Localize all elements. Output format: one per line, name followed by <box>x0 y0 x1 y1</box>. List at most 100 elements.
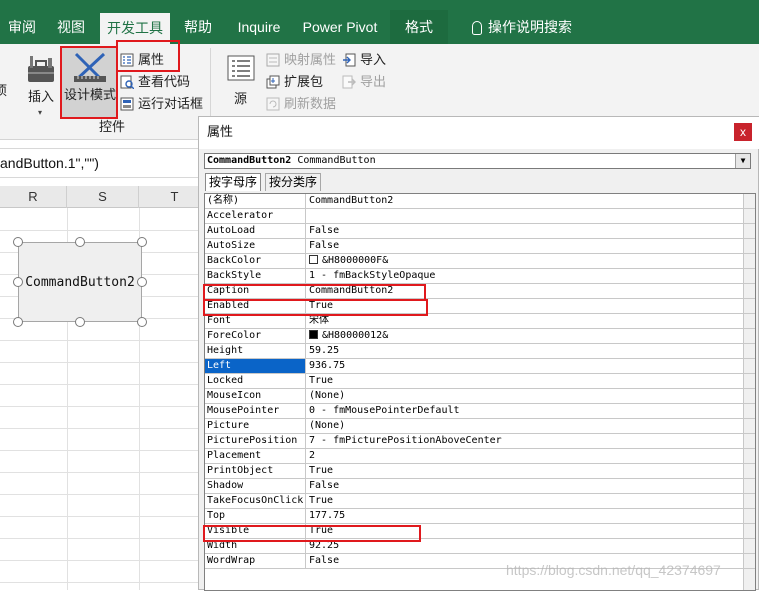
property-row[interactable]: BackStyle 1 - fmBackStyleOpaque <box>205 269 755 284</box>
close-icon[interactable]: x <box>734 123 752 141</box>
tab-help[interactable]: 帮助 <box>176 10 220 44</box>
import-icon <box>343 53 356 67</box>
property-row[interactable]: TakeFocusOnClick True <box>205 494 755 509</box>
property-name: Placement <box>205 449 306 463</box>
property-value[interactable]: False <box>307 239 742 253</box>
column-header-s[interactable]: S <box>67 186 139 208</box>
property-row[interactable]: AutoLoad False <box>205 224 755 239</box>
properties-title-text: 属性 <box>207 124 234 139</box>
property-row[interactable]: Shadow False <box>205 479 755 494</box>
property-value[interactable]: &H80000012& <box>307 329 742 343</box>
map-properties-label: 映射属性 <box>284 52 337 67</box>
expansion-packs-icon <box>266 75 280 89</box>
property-row[interactable]: AutoSize False <box>205 239 755 254</box>
resize-handle[interactable] <box>75 317 85 327</box>
tab-alphabetic[interactable]: 按字母序 <box>205 173 262 191</box>
property-value[interactable]: &H8000000F& <box>307 254 742 268</box>
chevron-down-icon[interactable]: ▼ <box>735 154 750 168</box>
property-row[interactable]: Accelerator <box>205 209 755 224</box>
property-row[interactable]: Placement 2 <box>205 449 755 464</box>
property-value[interactable]: False <box>307 224 742 238</box>
property-row[interactable]: Font 宋体 <box>205 314 755 329</box>
property-value[interactable]: False <box>307 479 742 493</box>
property-row[interactable]: Height 59.25 <box>205 344 755 359</box>
property-value[interactable]: 59.25 <box>307 344 742 358</box>
sheet-command-button[interactable]: CommandButton2 <box>18 242 142 322</box>
property-name: AutoSize <box>205 239 306 253</box>
properties-window-title[interactable]: 属性 <box>199 117 759 149</box>
resize-handle[interactable] <box>13 237 23 247</box>
view-code-label: 查看代码 <box>138 74 191 89</box>
property-name: Shadow <box>205 479 306 493</box>
column-header-r[interactable]: R <box>0 186 67 208</box>
resize-handle[interactable] <box>137 237 147 247</box>
property-value[interactable]: 0 - fmMousePointerDefault <box>307 404 742 418</box>
tab-power-pivot[interactable]: Power Pivot <box>298 10 382 44</box>
property-row[interactable]: PrintObject True <box>205 464 755 479</box>
property-value[interactable]: 2 <box>307 449 742 463</box>
property-row[interactable]: MouseIcon (None) <box>205 389 755 404</box>
property-value-text: &H8000000F& <box>322 255 389 266</box>
property-value[interactable]: True <box>307 494 742 508</box>
property-value[interactable]: True <box>307 464 742 478</box>
color-swatch-icon <box>309 255 318 264</box>
insert-label: 插入 <box>28 89 55 104</box>
resize-handle[interactable] <box>13 317 23 327</box>
property-row[interactable]: PicturePosition 7 - fmPicturePositionAbov… <box>205 434 755 449</box>
tell-me-label: 操作说明搜索 <box>488 19 572 35</box>
run-dialog-button[interactable]: 运行对话框 <box>120 94 204 114</box>
property-row[interactable]: Top 177.75 <box>205 509 755 524</box>
property-value[interactable]: 宋体 <box>307 314 742 328</box>
export-button[interactable]: 导出 <box>342 72 392 92</box>
object-name: CommandButton2 <box>207 155 292 166</box>
source-button[interactable]: 源 <box>224 52 260 112</box>
view-code-button[interactable]: 查看代码 <box>120 72 192 92</box>
property-name: TakeFocusOnClick <box>205 494 306 508</box>
run-dialog-icon <box>120 97 134 111</box>
map-properties-button[interactable]: 映射属性 <box>266 50 336 70</box>
resize-handle[interactable] <box>13 277 23 287</box>
property-value[interactable]: 1 - fmBackStyleOpaque <box>307 269 742 283</box>
property-value[interactable]: 936.75 <box>307 359 742 373</box>
object-type: CommandButton <box>297 155 376 166</box>
resize-handle[interactable] <box>137 317 147 327</box>
property-name: (名称) <box>205 194 306 208</box>
tab-view[interactable]: 视图 <box>48 10 94 44</box>
property-value[interactable]: (None) <box>307 419 742 433</box>
import-button[interactable]: 导入 <box>342 50 392 70</box>
property-row[interactable]: MousePointer 0 - fmMousePointerDefault <box>205 404 755 419</box>
grid-line <box>0 230 200 231</box>
property-row[interactable]: Picture (None) <box>205 419 755 434</box>
property-value[interactable]: 7 - fmPicturePositionAboveCenter <box>307 434 742 448</box>
tab-categorized[interactable]: 按分类序 <box>265 173 322 191</box>
tab-format[interactable]: 格式 <box>390 10 448 44</box>
insert-button[interactable]: 插入 ▾ <box>24 50 58 118</box>
property-value[interactable]: 177.75 <box>307 509 742 523</box>
export-icon <box>342 75 356 89</box>
resize-handle[interactable] <box>137 277 147 287</box>
expansion-packs-button[interactable]: 扩展包 <box>266 72 326 92</box>
object-selector[interactable]: CommandButton2 CommandButton ▼ <box>204 153 751 169</box>
property-value[interactable] <box>307 209 742 223</box>
property-name: BackStyle <box>205 269 306 283</box>
refresh-data-button[interactable]: 刷新数据 <box>266 94 336 114</box>
property-row[interactable]: ForeColor &H80000012& <box>205 329 755 344</box>
property-value[interactable]: CommandButton2 <box>307 194 742 208</box>
tab-inquire[interactable]: Inquire <box>230 10 288 44</box>
property-row[interactable]: Locked True <box>205 374 755 389</box>
property-row[interactable]: BackColor &H8000000F& <box>205 254 755 269</box>
tell-me-search[interactable]: 操作说明搜索 <box>462 10 582 44</box>
tab-review[interactable]: 审阅 <box>0 10 44 44</box>
formula-bar[interactable]: andButton.1","") <box>0 148 200 178</box>
run-dialog-label: 运行对话框 <box>138 96 204 111</box>
property-row[interactable]: (名称) CommandButton2 <box>205 194 755 209</box>
annotation-box-enabled <box>203 299 428 316</box>
command-button-caption: CommandButton2 <box>25 274 135 290</box>
resize-handle[interactable] <box>75 237 85 247</box>
property-value[interactable]: True <box>307 374 742 388</box>
property-name: Accelerator <box>205 209 306 223</box>
property-name: Font <box>205 314 306 328</box>
grid-line <box>0 362 200 363</box>
property-value[interactable]: (None) <box>307 389 742 403</box>
property-row[interactable]: Left 936.75 <box>205 359 755 374</box>
